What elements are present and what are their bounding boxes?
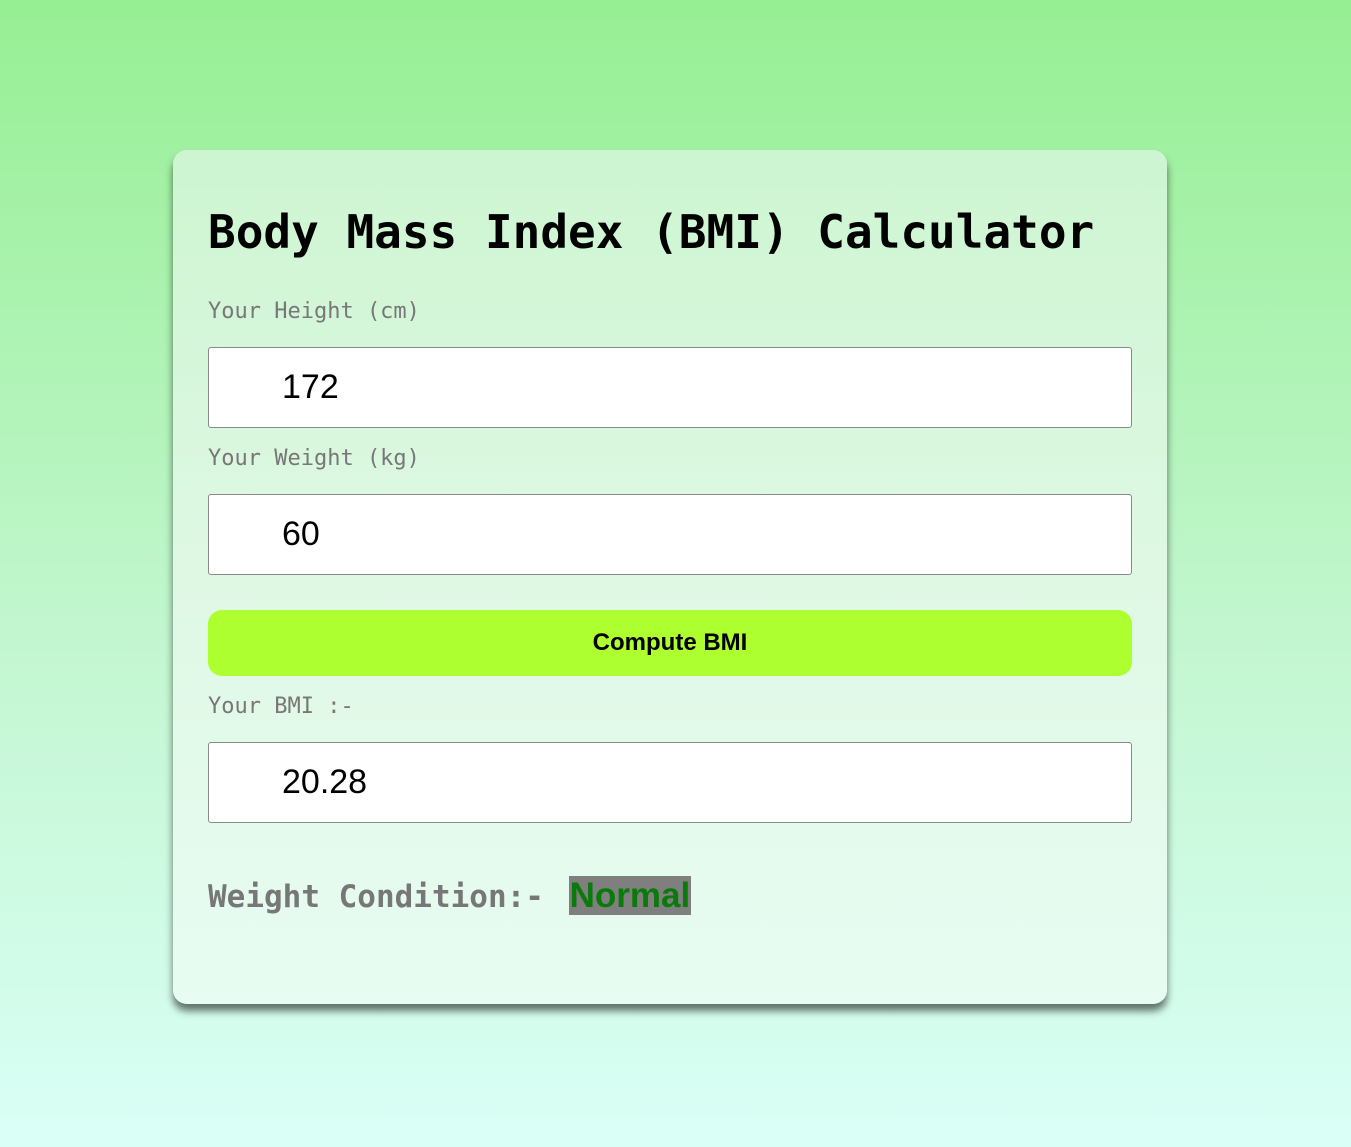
height-label: Your Height (cm) [208, 299, 420, 324]
bmi-result-field[interactable] [208, 742, 1132, 823]
compute-bmi-button[interactable]: Compute BMI [208, 610, 1132, 676]
height-input[interactable] [208, 347, 1132, 428]
weight-input[interactable] [208, 494, 1132, 575]
bmi-calculator-card: Body Mass Index (BMI) Calculator Your He… [173, 150, 1167, 1004]
bmi-label: Your BMI :- [208, 694, 354, 719]
page-title: Body Mass Index (BMI) Calculator [208, 205, 1095, 259]
weight-condition-label: Weight Condition:- [208, 879, 544, 915]
weight-condition-value: Normal [568, 876, 692, 915]
weight-condition: Weight Condition:- Normal [208, 876, 692, 916]
weight-label: Your Weight (kg) [208, 446, 420, 471]
